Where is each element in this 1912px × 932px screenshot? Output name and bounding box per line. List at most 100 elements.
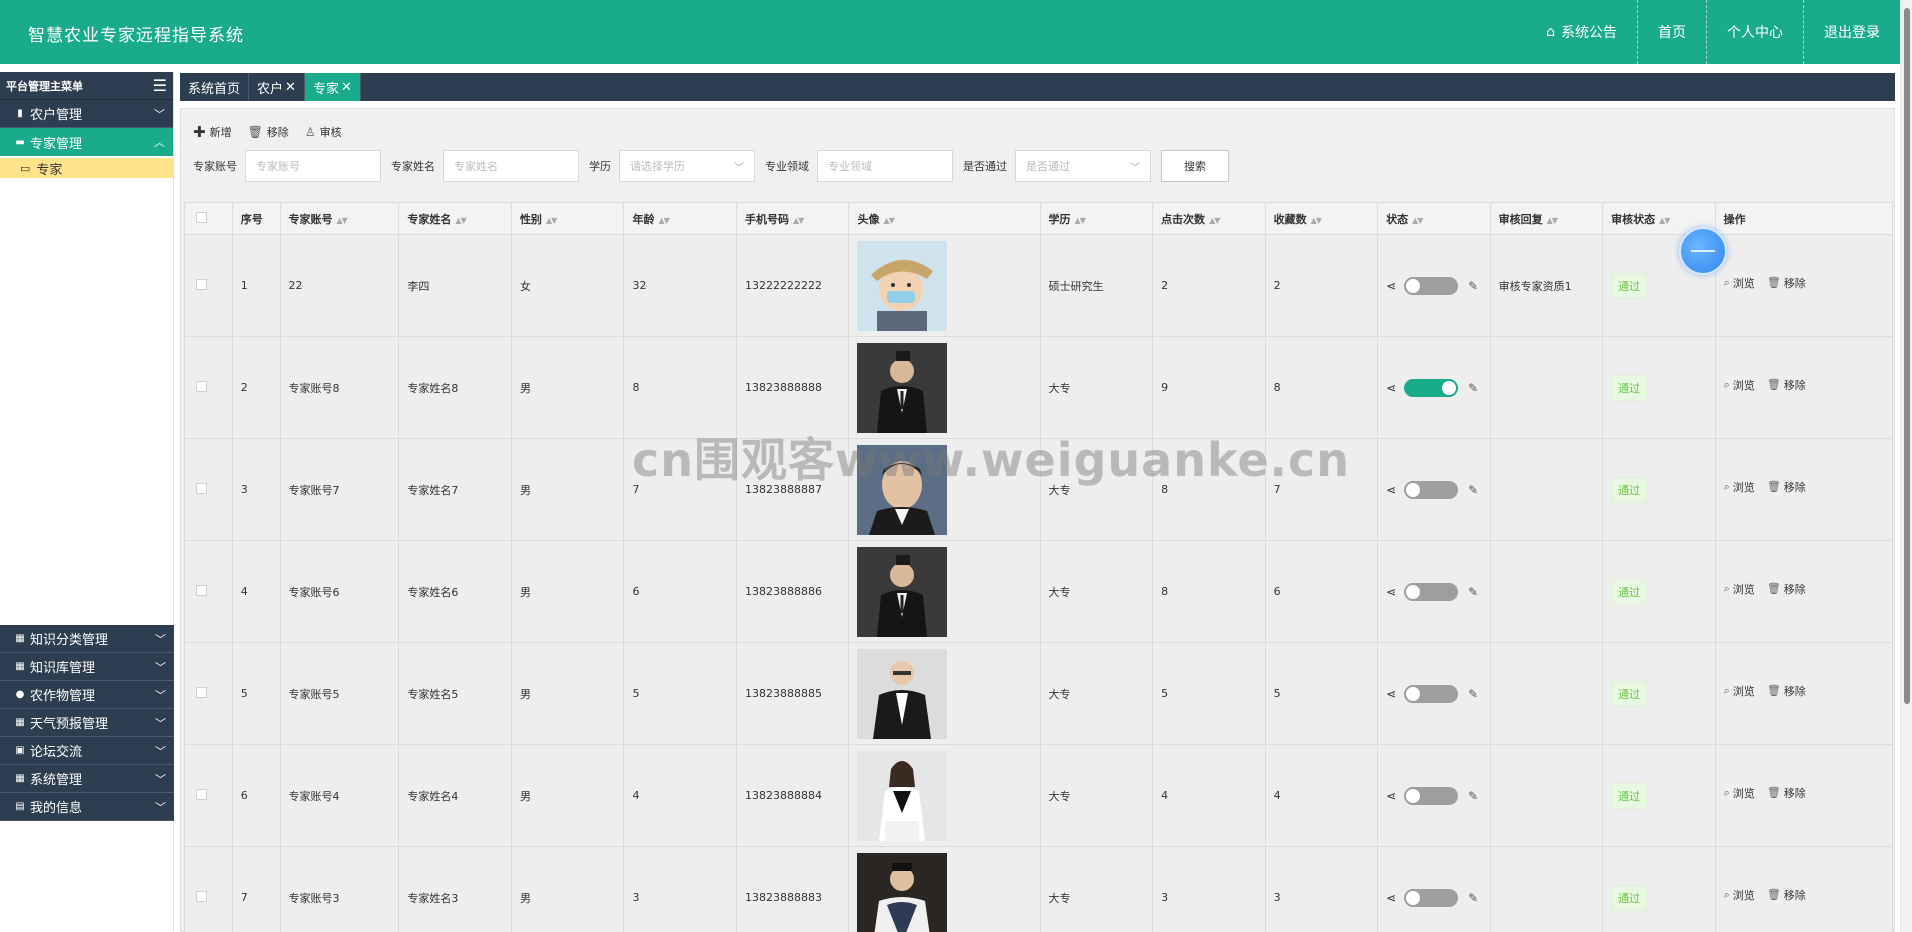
edu-select[interactable]: 请选择学历 ﹀ [619,150,755,182]
field-input[interactable]: 专业领域 [817,150,953,182]
sidebar-item-knowledge-base[interactable]: ▦ 知识库管理 ﹀ [0,653,174,681]
audit-button[interactable]: ♙ 审核 [305,123,342,141]
avatar[interactable] [857,444,1039,535]
tab-home[interactable]: 系统首页 [180,73,250,101]
col-header[interactable]: 收藏数 ▲▼ [1264,202,1379,235]
floating-assist-button[interactable] [1679,227,1727,275]
page-scrollbar[interactable] [1900,0,1912,932]
share-icon[interactable]: ⋖ [1386,585,1396,599]
sort-icon[interactable]: ▲▼ [455,216,466,225]
row-checkbox[interactable] [196,788,207,800]
row-checkbox[interactable] [196,584,207,596]
nav-logout[interactable]: 退出登录 [1803,0,1900,64]
col-header[interactable]: 状态 ▲▼ [1377,202,1491,235]
avatar[interactable] [857,546,1039,637]
delete-button[interactable]: 🗑 移除 [1767,785,1806,801]
share-icon[interactable]: ⋖ [1386,381,1396,395]
sidebar-item-forum[interactable]: ▣ 论坛交流 ﹀ [0,737,174,765]
row-checkbox[interactable] [196,278,207,290]
status-toggle[interactable] [1404,684,1459,703]
sidebar-item-system-mgmt[interactable]: ▦ 系统管理 ﹀ [0,765,174,793]
scrollbar-thumb[interactable] [1904,8,1910,704]
name-input[interactable]: 专家姓名 [443,150,579,182]
sort-icon[interactable]: ▲▼ [883,216,894,225]
sort-icon[interactable]: ▲▼ [1659,216,1670,225]
edit-icon[interactable]: ✎ [1468,891,1478,905]
col-header[interactable]: 年龄 ▲▼ [623,202,737,235]
view-button[interactable]: ⌕ 浏览 [1724,377,1755,393]
close-icon[interactable]: ✕ [285,80,296,95]
status-toggle[interactable] [1404,378,1459,397]
delete-button[interactable]: 🗑 移除 [1767,887,1806,903]
sort-icon[interactable]: ▲▼ [1311,216,1322,225]
sort-icon[interactable]: ▲▼ [1075,216,1086,225]
tab-farmer[interactable]: 农户 ✕ [249,73,305,101]
col-header[interactable]: 手机号码 ▲▼ [735,202,850,235]
sort-icon[interactable]: ▲▼ [337,216,348,225]
row-checkbox[interactable] [196,482,207,494]
nav-announcement[interactable]: ⌂ 系统公告 [1526,0,1637,64]
status-toggle[interactable] [1404,276,1459,295]
edit-icon[interactable]: ✎ [1468,789,1478,803]
status-toggle[interactable] [1404,786,1459,805]
account-input[interactable]: 专家账号 [245,150,381,182]
edit-icon[interactable]: ✎ [1468,279,1478,293]
view-button[interactable]: ⌕ 浏览 [1724,581,1755,597]
sidebar-subitem-expert[interactable]: ▭ 专家 [0,158,173,178]
view-button[interactable]: ⌕ 浏览 [1724,785,1755,801]
col-header[interactable]: 点击次数 ▲▼ [1152,202,1266,235]
col-header[interactable]: 性别 ▲▼ [510,202,625,235]
delete-button[interactable]: 🗑 移除 [1767,683,1806,699]
col-header[interactable]: 头像 ▲▼ [848,202,1041,235]
sidebar-item-farmer-mgmt[interactable]: ▮ 农户管理 ﹀ [0,100,173,128]
edit-icon[interactable]: ✎ [1468,585,1478,599]
share-icon[interactable]: ⋖ [1386,891,1396,905]
avatar[interactable] [857,342,1039,433]
edit-icon[interactable]: ✎ [1468,483,1478,497]
col-header[interactable]: 专家账号 ▲▼ [279,202,400,235]
row-checkbox[interactable] [196,380,207,392]
sort-icon[interactable]: ▲▼ [793,216,804,225]
avatar[interactable] [857,750,1039,841]
view-button[interactable]: ⌕ 浏览 [1724,683,1755,699]
select-all-checkbox[interactable] [196,211,207,223]
sort-icon[interactable]: ▲▼ [1412,216,1423,225]
status-toggle[interactable] [1404,582,1459,601]
view-button[interactable]: ⌕ 浏览 [1724,479,1755,495]
share-icon[interactable]: ⋖ [1386,789,1396,803]
menu-list-icon[interactable]: ☰ [153,76,167,95]
share-icon[interactable]: ⋖ [1386,687,1396,701]
tab-expert[interactable]: 专家 ✕ [304,73,361,101]
status-toggle[interactable] [1404,480,1459,499]
search-button[interactable]: 搜索 [1161,150,1229,182]
edit-icon[interactable]: ✎ [1468,381,1478,395]
edit-icon[interactable]: ✎ [1468,687,1478,701]
status-toggle[interactable] [1404,888,1459,907]
nav-home[interactable]: 首页 [1637,0,1706,64]
row-checkbox[interactable] [196,890,207,902]
sidebar-item-weather-mgmt[interactable]: ▦ 天气预报管理 ﹀ [0,709,174,737]
delete-button[interactable]: 🗑 移除 [1767,377,1806,393]
delete-button[interactable]: 🗑 移除 [1767,479,1806,495]
row-checkbox[interactable] [196,686,207,698]
sort-icon[interactable]: ▲▼ [1209,216,1220,225]
avatar[interactable] [857,852,1039,932]
remove-button[interactable]: 🗑 移除 [248,123,289,141]
avatar[interactable] [857,648,1039,739]
pass-select[interactable]: 是否通过 ﹀ [1015,150,1151,182]
sort-icon[interactable]: ▲▼ [546,216,557,225]
share-icon[interactable]: ⋖ [1386,279,1396,293]
view-button[interactable]: ⌕ 浏览 [1724,275,1755,291]
nav-personal-center[interactable]: 个人中心 [1706,0,1803,64]
sidebar-item-my-info[interactable]: ▤ 我的信息 ﹀ [0,793,174,821]
delete-button[interactable]: 🗑 移除 [1767,581,1806,597]
view-button[interactable]: ⌕ 浏览 [1724,887,1755,903]
col-header[interactable]: 审核回复 ▲▼ [1489,202,1604,235]
add-button[interactable]: ✚ 新增 [193,123,232,141]
col-header[interactable]: 学历 ▲▼ [1039,202,1154,235]
sidebar-item-knowledge-category[interactable]: ▦ 知识分类管理 ﹀ [0,625,174,653]
col-header[interactable]: 专家姓名 ▲▼ [398,202,512,235]
sidebar-item-crop-mgmt[interactable]: ● 农作物管理 ﹀ [0,681,174,709]
delete-button[interactable]: 🗑 移除 [1767,275,1806,291]
close-icon[interactable]: ✕ [341,80,352,95]
